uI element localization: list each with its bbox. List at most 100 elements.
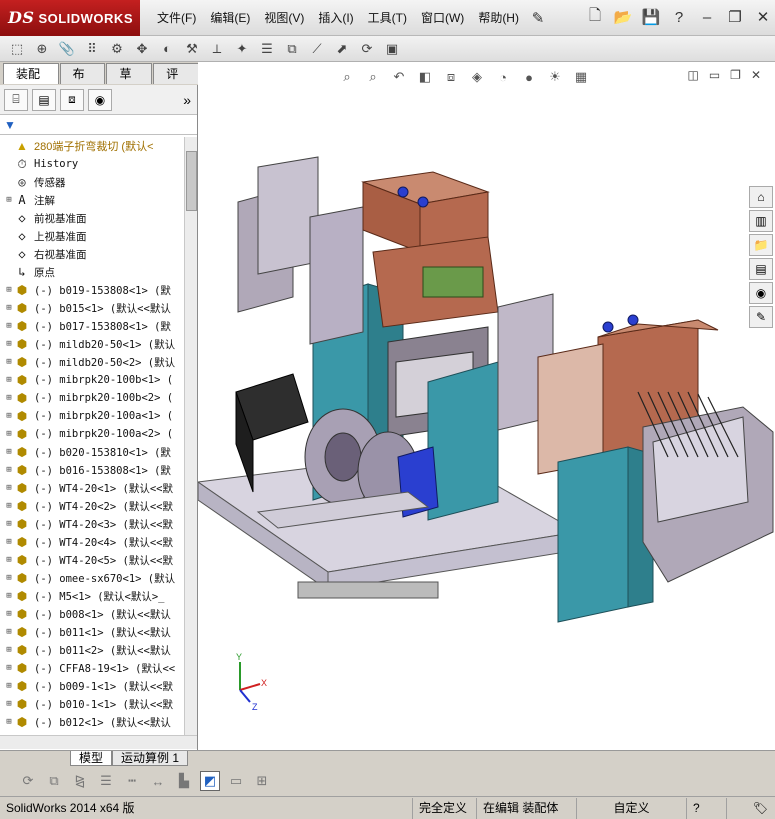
menu-help[interactable]: 帮助(H) [471, 0, 526, 36]
tab-layout[interactable]: 布局 [59, 63, 106, 101]
tree-item[interactable]: ↳ 原点 [0, 263, 184, 281]
tree-item[interactable]: ⊞ ⬢ (-) mibrpk20-100a<1> ( [0, 407, 184, 425]
expand-toggle-icon[interactable]: ⊞ [4, 699, 14, 709]
save-icon[interactable]: 💾 [639, 4, 663, 30]
box-view-icon[interactable]: ◩ [200, 771, 220, 791]
tree-item[interactable]: ⊞ ⬢ (-) b008<1> (默认<<默认 [0, 605, 184, 623]
explode-line-icon[interactable]: ⟋ [306, 38, 328, 60]
close-icon[interactable]: ✕ [751, 4, 775, 30]
exploded-view-icon[interactable]: ⧉ [281, 38, 303, 60]
tree-item[interactable]: ⊞ ⬢ (-) WT4-20<3> (默认<<默 [0, 515, 184, 533]
tree-item[interactable]: ⊞ ⬢ (-) WT4-20<2> (默认<<默 [0, 497, 184, 515]
status-tag-icon[interactable]: 🏷 [726, 797, 774, 819]
expand-toggle-icon[interactable]: ⊞ [4, 285, 14, 295]
instant3d-icon[interactable]: ⬈ [331, 38, 353, 60]
tree-item[interactable]: ⊞ ⬢ (-) M5<1> (默认<默认>_ [0, 587, 184, 605]
tree-item[interactable]: ⊞ ⬢ (-) b009-1<1> (默认<<默 [0, 677, 184, 695]
tree-item[interactable]: ⊞ A 注解 [0, 191, 184, 209]
tree-item[interactable]: ⊞ ⬢ (-) CFFA8-19<1> (默认<< [0, 659, 184, 677]
tab-model[interactable]: 模型 [70, 751, 113, 766]
tree-item[interactable]: ⊞ ⬢ (-) b016-153808<1> (默 [0, 461, 184, 479]
expand-toggle-icon[interactable]: ⊞ [4, 537, 14, 547]
expand-toggle-icon[interactable]: ⊞ [4, 645, 14, 655]
tree-item[interactable]: ⊞ ⬢ (-) mibrpk20-100b<1> ( [0, 371, 184, 389]
smart-fasteners-icon[interactable]: ⚙ [106, 38, 128, 60]
rebuild-icon[interactable]: ⟳ [18, 771, 38, 791]
expand-toggle-icon[interactable]: ⊞ [4, 411, 14, 421]
expand-toggle-icon[interactable]: ⊞ [4, 591, 14, 601]
bill-of-materials-icon[interactable]: ☰ [256, 38, 278, 60]
solidworks-resources-icon[interactable]: ⌂ [749, 186, 773, 208]
expand-toggle-icon[interactable]: ⊞ [4, 393, 14, 403]
expand-toggle-icon[interactable]: ⊞ [4, 663, 14, 673]
tree-item[interactable]: ⊞ ⬢ (-) omee-sx670<1> (默认 [0, 569, 184, 587]
single-view-icon[interactable]: ▭ [226, 771, 246, 791]
filter-icon[interactable]: ▼ [4, 118, 16, 132]
feature-tree-icon[interactable]: ⌸ [4, 88, 28, 111]
custom-properties-icon[interactable]: ✎ [749, 306, 773, 328]
tree-item[interactable]: ⊞ ⬢ (-) b010-1<1> (默认<<默 [0, 695, 184, 713]
expand-toggle-icon[interactable]: ⊞ [4, 465, 14, 475]
tree-item[interactable]: ⊞ ⬢ (-) b017-153808<1> (默 [0, 317, 184, 335]
status-help-icon[interactable]: ? [686, 797, 726, 819]
file-explorer-icon[interactable]: 📁 [749, 234, 773, 256]
help-icon[interactable]: ? [667, 4, 691, 30]
expand-toggle-icon[interactable]: ⊞ [4, 717, 14, 727]
expand-toggle-icon[interactable]: ⊞ [4, 339, 14, 349]
move-component-icon[interactable]: ✥ [131, 38, 153, 60]
tree-filter[interactable]: ▼ [0, 115, 197, 135]
reference-geometry-icon[interactable]: ⟂ [206, 38, 228, 60]
expand-toggle-icon[interactable]: ⊞ [4, 303, 14, 313]
tree-item[interactable]: ⊞ ⬢ (-) mibrpk20-100b<2> ( [0, 389, 184, 407]
edit-component-icon[interactable]: ⬚ [6, 38, 28, 60]
tree-item[interactable]: ⊞ ⬢ (-) WT4-20<1> (默认<<默 [0, 479, 184, 497]
menu-window[interactable]: 窗口(W) [414, 0, 471, 36]
insert-component-icon[interactable]: ⊕ [31, 38, 53, 60]
expand-toggle-icon[interactable]: ⊞ [4, 447, 14, 457]
menu-insert[interactable]: 插入(I) [311, 0, 360, 36]
expand-chevron-icon[interactable]: » [183, 92, 191, 108]
menu-tools[interactable]: 工具(T) [361, 0, 414, 36]
expand-toggle-icon[interactable]: ⊞ [4, 627, 14, 637]
minimize-icon[interactable]: – [695, 4, 719, 30]
four-view-icon[interactable]: ⊞ [252, 771, 272, 791]
tab-sketch[interactable]: 草图 [106, 63, 153, 101]
open-folder-icon[interactable]: 📂 [611, 4, 635, 30]
solidworks-logo[interactable]: DS SOLIDWORKS [0, 0, 140, 36]
tree-item[interactable]: ◇ 前视基准面 [0, 209, 184, 227]
update-icon[interactable]: ⟳ [356, 38, 378, 60]
assembly-features-icon[interactable]: ⚒ [181, 38, 203, 60]
expand-toggle-icon[interactable]: ⊞ [4, 375, 14, 385]
expand-toggle-icon[interactable]: ⊞ [4, 681, 14, 691]
restore-icon[interactable]: ❐ [723, 4, 747, 30]
tree-item[interactable]: ⊞ ⬢ (-) b011<2> (默认<<默认 [0, 641, 184, 659]
tree-root[interactable]: ▲ 280端子折弯裁切 (默认< [0, 137, 184, 155]
appearances-icon[interactable]: ◉ [749, 282, 773, 304]
graphics-viewport[interactable]: ⌕ ⌕ ↶ ◧ ⧈ ◈ ◔ ● ☀ ▦ ◫ ▭ ❐ ✕ Y X Z ⌂ ▥ 📁 … [198, 62, 775, 750]
expand-toggle-icon[interactable]: ⊞ [4, 321, 14, 331]
status-units[interactable]: 自定义 [576, 797, 686, 819]
tab-assembly[interactable]: 装配体 [3, 63, 59, 101]
tree-item[interactable]: ⊞ ⬢ (-) b019-153808<1> (默 [0, 281, 184, 299]
expand-toggle-icon[interactable]: ⊞ [4, 555, 14, 565]
tree-item[interactable]: ⏱ History [0, 155, 184, 173]
menu-file[interactable]: 文件(F) [150, 0, 203, 36]
scroll-thumb[interactable] [186, 151, 197, 211]
expand-toggle-icon[interactable]: ⊞ [4, 357, 14, 367]
align-icon[interactable]: ☰ [96, 771, 116, 791]
tree-item[interactable]: ⊞ ⬢ (-) b015<1> (默认<<默认 [0, 299, 184, 317]
design-library-icon[interactable]: ▥ [749, 210, 773, 232]
show-hidden-icon[interactable]: ◐ [156, 38, 178, 60]
linear-pattern-icon[interactable]: ⠿ [81, 38, 103, 60]
tab-evaluate[interactable]: 评估 [153, 63, 199, 101]
expand-toggle-icon[interactable]: ⊞ [4, 519, 14, 529]
tree-item[interactable]: ◎ 传感器 [0, 173, 184, 191]
tree-item[interactable]: ⊞ ⬢ (-) b011<1> (默认<<默认 [0, 623, 184, 641]
tree-horizontal-scrollbar[interactable] [0, 735, 197, 749]
expand-toggle-icon[interactable]: ⊞ [4, 429, 14, 439]
linear-dimension-icon[interactable]: ↔ [148, 771, 168, 791]
tree-item[interactable]: ⊞ ⬢ (-) mildb20-50<1> (默认 [0, 335, 184, 353]
tree-item[interactable]: ◇ 右视基准面 [0, 245, 184, 263]
tree-item[interactable]: ⊞ ⬢ (-) WT4-20<5> (默认<<默 [0, 551, 184, 569]
tree-item[interactable]: ⊞ ⬢ (-) WT4-20<4> (默认<<默 [0, 533, 184, 551]
